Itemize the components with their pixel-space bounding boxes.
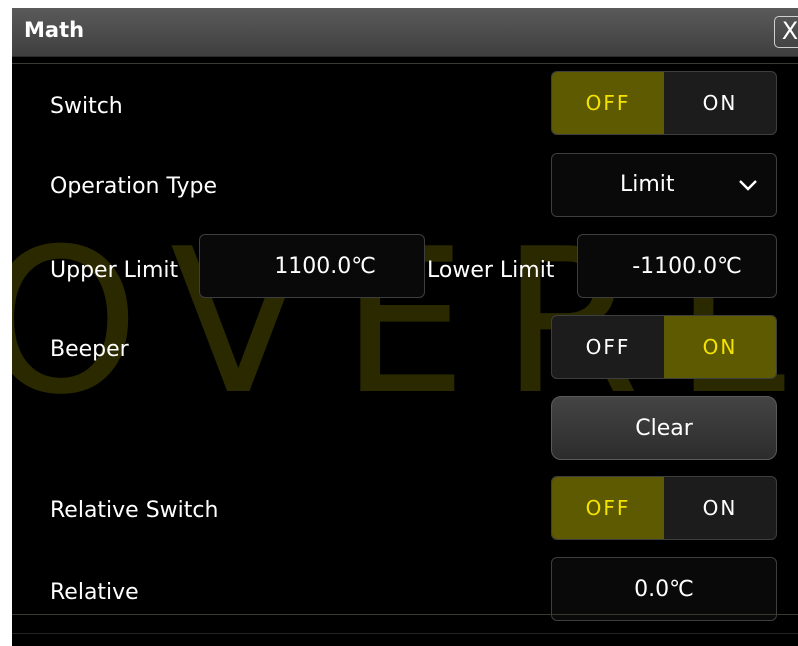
relative-switch-label: Relative Switch [50,498,219,523]
beeper-on-option[interactable]: ON [664,316,776,378]
dialog-title: Math [24,18,85,42]
upper-limit-field[interactable]: 1100.0℃ [199,234,425,298]
title-divider [12,63,798,64]
bottom-divider-2 [12,633,798,634]
beeper-label: Beeper [50,337,129,362]
upper-limit-label: Upper Limit [50,258,179,283]
switch-toggle[interactable]: OFF ON [551,71,777,135]
bottom-divider [12,614,798,615]
lower-limit-label: Lower Limit [427,258,555,283]
switch-off-option[interactable]: OFF [552,72,664,134]
math-dialog: OVERLO Math X Switch OFF ON Operation Ty… [12,8,798,646]
title-bar: Math X [12,8,798,57]
relative-switch-toggle[interactable]: OFF ON [551,476,777,540]
clear-button[interactable]: Clear [551,396,777,460]
beeper-toggle[interactable]: OFF ON [551,315,777,379]
operation-type-dropdown[interactable]: Limit [551,153,777,217]
relative-label: Relative [50,580,139,605]
switch-on-option[interactable]: ON [664,72,776,134]
upper-limit-value: 1100.0℃ [274,253,376,279]
operation-type-label: Operation Type [50,174,218,199]
lower-limit-field[interactable]: -1100.0℃ [577,234,777,298]
switch-label: Switch [50,94,123,119]
chevron-down-icon [739,180,757,191]
lower-limit-value: -1100.0℃ [632,253,742,279]
close-icon[interactable]: X [774,16,798,48]
relative-field[interactable]: 0.0℃ [551,557,777,621]
relative-switch-on-option[interactable]: ON [664,477,776,539]
beeper-off-option[interactable]: OFF [552,316,664,378]
operation-type-value: Limit [620,172,675,197]
relative-switch-off-option[interactable]: OFF [552,477,664,539]
relative-value: 0.0℃ [634,576,694,602]
